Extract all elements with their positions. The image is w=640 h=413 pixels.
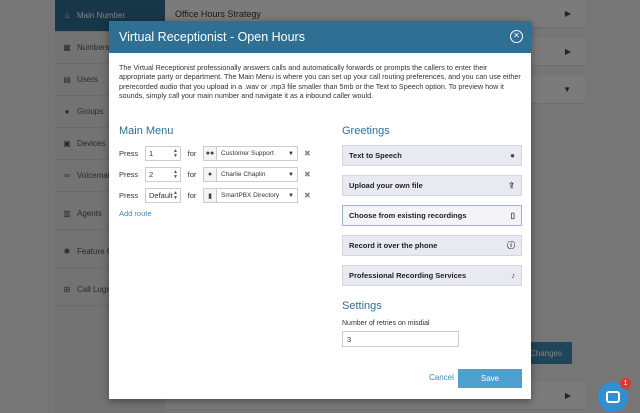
main-menu-section: Main Menu Press 1 ▲ ▼ for ●● Customer Sup… <box>119 125 319 218</box>
group-icon[interactable]: ●● <box>203 146 217 161</box>
press-label: Press <box>119 149 139 158</box>
caret-down-icon: ▼ <box>288 192 294 199</box>
book-icon[interactable]: ▮ <box>203 188 217 203</box>
press-label: Press <box>119 191 139 200</box>
remove-route-icon[interactable]: ✖ <box>304 191 311 200</box>
retries-input[interactable] <box>342 331 459 347</box>
destination-value: SmartPBX Directory <box>221 192 280 199</box>
destination-select[interactable]: Customer Support ▼ <box>217 146 298 161</box>
chat-icon <box>606 391 620 403</box>
destination-select[interactable]: SmartPBX Directory ▼ <box>217 188 298 203</box>
retries-label: Number of retries on misdial <box>342 320 430 327</box>
key-select[interactable]: 1 ▲ ▼ <box>145 146 181 161</box>
spinner-icon: ▲ ▼ <box>173 148 178 159</box>
professional-recording-button[interactable]: Professional Recording Services ♪ <box>342 265 522 286</box>
remove-route-icon[interactable]: ✖ <box>304 170 311 179</box>
upload-file-button[interactable]: Upload your own file ⇪ <box>342 175 522 196</box>
intro-text: The Virtual Receptionist professionally … <box>119 63 521 100</box>
close-icon[interactable]: ✕ <box>510 30 523 43</box>
add-route-link[interactable]: Add route <box>119 209 319 218</box>
cancel-button[interactable]: Cancel <box>429 373 454 382</box>
remove-route-icon[interactable]: ✖ <box>304 149 311 158</box>
route-row: Press 2 ▲ ▼ for ● Charlie Chaplin ▼ ✖ <box>119 166 319 183</box>
key-select[interactable]: 2 ▲ ▼ <box>145 167 181 182</box>
key-value: 1 <box>149 149 154 158</box>
caret-down-icon: ▼ <box>288 150 294 157</box>
chat-notification-badge: 1 <box>620 378 631 389</box>
modal-title: Virtual Receptionist - Open Hours <box>119 30 305 44</box>
record-over-phone-button[interactable]: Record it over the phone ⓘ <box>342 235 522 256</box>
destination-select[interactable]: Charlie Chaplin ▼ <box>217 167 298 182</box>
destination-value: Customer Support <box>221 150 274 157</box>
main-menu-title: Main Menu <box>119 125 174 137</box>
greetings-section: Greetings Text to Speech ● Upload your o… <box>342 125 522 347</box>
greeting-label: Professional Recording Services <box>349 271 467 280</box>
caret-down-icon: ▼ <box>288 171 294 178</box>
greeting-label: Record it over the phone <box>349 241 438 250</box>
greeting-label: Choose from existing recordings <box>349 211 467 220</box>
save-button[interactable]: Save <box>458 369 522 388</box>
destination-value: Charlie Chaplin <box>221 171 266 178</box>
greeting-label: Upload your own file <box>349 181 423 190</box>
text-to-speech-button[interactable]: Text to Speech ● <box>342 145 522 166</box>
for-label: for <box>187 170 197 179</box>
settings-title: Settings <box>342 300 382 312</box>
virtual-receptionist-dialog: Virtual Receptionist - Open Hours ✕ The … <box>109 21 531 399</box>
speech-bubble-icon: ● <box>510 151 515 160</box>
greeting-label: Text to Speech <box>349 151 402 160</box>
press-label: Press <box>119 170 139 179</box>
for-label: for <box>187 191 197 200</box>
greetings-title: Greetings <box>342 125 390 137</box>
upload-icon: ⇪ <box>508 181 515 190</box>
route-row: Press Default ▲ ▼ for ▮ SmartPBX Director… <box>119 187 319 204</box>
for-label: for <box>187 149 197 158</box>
spinner-icon: ▲ ▼ <box>173 190 178 201</box>
route-row: Press 1 ▲ ▼ for ●● Customer Support ▼ ✖ <box>119 145 319 162</box>
microphone-icon: ♪ <box>511 271 515 280</box>
info-circle-icon: ⓘ <box>507 241 515 250</box>
key-select[interactable]: Default ▲ ▼ <box>145 188 181 203</box>
choose-recording-button[interactable]: Choose from existing recordings ▯ <box>342 205 522 226</box>
file-audio-icon: ▯ <box>510 211 515 220</box>
spinner-icon: ▲ ▼ <box>173 169 178 180</box>
user-icon[interactable]: ● <box>203 167 217 182</box>
key-value: 2 <box>149 170 154 179</box>
modal-header: Virtual Receptionist - Open Hours ✕ <box>109 21 531 53</box>
key-value: Default <box>149 191 173 200</box>
